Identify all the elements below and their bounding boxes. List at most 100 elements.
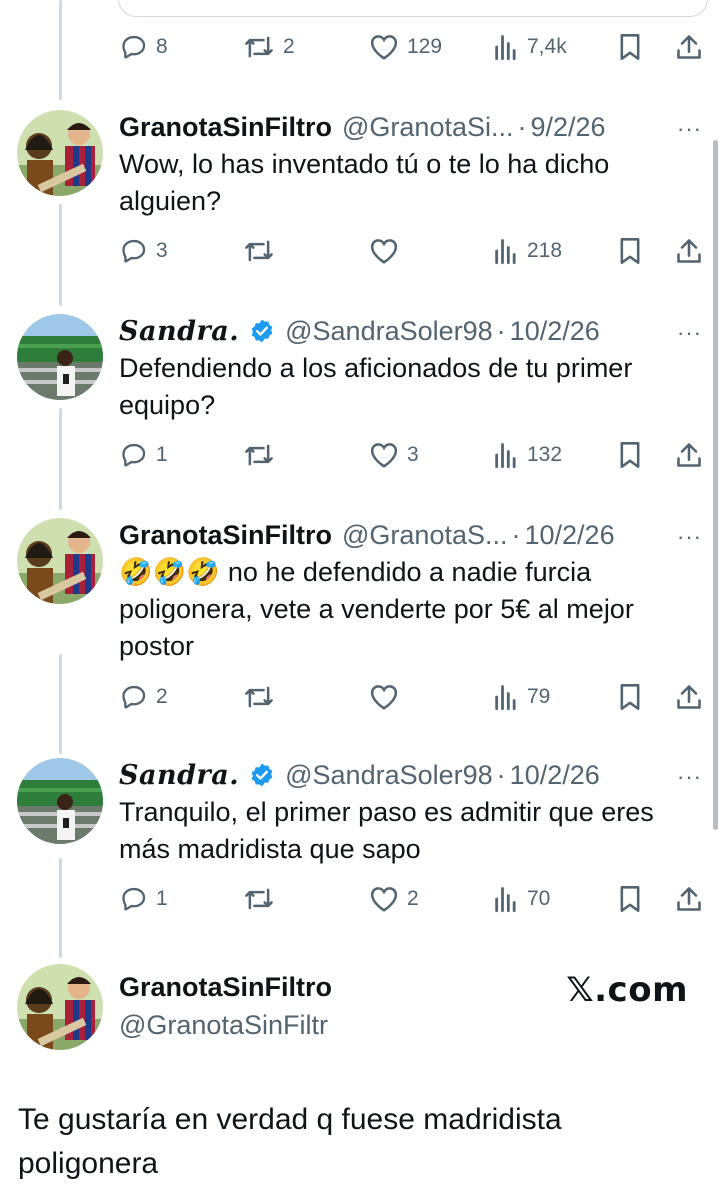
like-icon <box>370 35 398 60</box>
retweet-icon <box>245 36 273 58</box>
retweet-button[interactable] <box>243 680 275 714</box>
avatar[interactable] <box>17 758 103 844</box>
views-button[interactable]: 79 <box>493 680 550 714</box>
tweet-date[interactable]: 10/2/26 <box>510 316 600 347</box>
like-icon <box>370 239 398 264</box>
tweet-text: Te gustaría en verdad q fuese madridista… <box>18 1103 562 1180</box>
bookmark-button[interactable] <box>618 680 642 714</box>
user-handle[interactable]: @SandraSoler98 <box>285 316 493 347</box>
like-button[interactable]: 3 <box>369 438 419 472</box>
views-button[interactable]: 132 <box>493 438 562 472</box>
more-icon[interactable]: ··· <box>677 320 702 346</box>
emoji-laughing: 🤣🤣🤣 <box>119 557 220 588</box>
separator: · <box>496 759 506 790</box>
retweet-button[interactable] <box>243 234 275 268</box>
retweet-button[interactable]: 2 <box>243 30 295 64</box>
retweet-icon <box>245 240 273 262</box>
bookmark-button[interactable] <box>618 438 642 472</box>
tweet-text: Tranquilo, el primer paso es admitir que… <box>119 797 654 864</box>
avatar[interactable] <box>17 314 103 400</box>
tweet[interactable]: GranotaSinFiltro @GranotaS... · 10/2/26 … <box>0 518 724 728</box>
reply-button[interactable]: 2 <box>120 680 168 714</box>
views-button[interactable]: 218 <box>493 234 562 268</box>
user-handle[interactable]: @SandraSoler98 <box>285 760 493 791</box>
tweet[interactable]: GranotaSinFiltro @GranotaSi... · 9/2/26 … <box>0 110 724 280</box>
reply-button[interactable]: 8 <box>120 30 168 64</box>
share-button[interactable] <box>676 438 702 472</box>
like-button[interactable]: 2 <box>369 882 419 916</box>
share-button[interactable] <box>676 234 702 268</box>
avatar[interactable] <box>17 964 103 1050</box>
tweet-header: GranotaSinFiltro @GranotaS... · 10/2/26 <box>119 518 704 552</box>
display-name[interactable]: Sandra. <box>119 760 239 791</box>
like-count: 2 <box>407 887 419 910</box>
retweet-icon <box>245 888 273 910</box>
retweet-button[interactable] <box>243 438 275 472</box>
separator: · <box>496 315 506 346</box>
bookmark-icon <box>620 34 640 60</box>
views-button[interactable]: 7,4k <box>493 30 567 64</box>
views-button[interactable]: 70 <box>493 882 550 916</box>
views-count: 132 <box>527 443 563 466</box>
avatar[interactable] <box>17 110 103 196</box>
retweet-count: 2 <box>283 35 295 58</box>
tweet-text-block: 🤣🤣🤣 no he defendido a nadie furcia poligo… <box>119 554 694 665</box>
tweet[interactable]: Sandra. @SandraSoler98 · 10/2/26 ··· Tra… <box>0 758 724 928</box>
views-icon <box>495 685 516 711</box>
separator: · <box>511 519 521 550</box>
reply-button[interactable]: 1 <box>120 438 168 472</box>
quoted-card-bottom[interactable] <box>118 0 708 17</box>
like-count: 129 <box>407 35 443 58</box>
reply-button[interactable]: 1 <box>120 882 168 916</box>
views-count: 79 <box>527 685 551 708</box>
bookmark-icon <box>620 238 640 264</box>
share-button[interactable] <box>676 680 702 714</box>
retweet-button[interactable] <box>243 882 275 916</box>
tweet-date[interactable]: 9/2/26 <box>531 112 606 143</box>
tweet-header: Sandra. @SandraSoler98 · 10/2/26 <box>119 314 704 348</box>
action-bar: 2 79 <box>0 680 724 714</box>
like-button[interactable] <box>369 680 399 714</box>
views-icon <box>495 239 516 265</box>
user-handle[interactable]: @GranotaS... <box>342 520 507 551</box>
verified-badge-icon <box>251 763 273 787</box>
like-icon <box>370 887 398 912</box>
reply-count: 1 <box>156 443 168 466</box>
more-icon[interactable]: ··· <box>677 116 702 142</box>
avatar[interactable] <box>17 518 103 604</box>
tweet-text: Defendiendo a los aficionados de tu prim… <box>119 353 633 420</box>
reply-icon <box>122 239 146 263</box>
verified-badge-icon <box>251 319 273 343</box>
like-button[interactable] <box>369 234 399 268</box>
share-icon <box>677 685 701 709</box>
bookmark-icon <box>620 684 640 710</box>
views-icon <box>495 35 516 61</box>
reply-button[interactable]: 3 <box>120 234 168 268</box>
x-logo: 𝕏.com <box>566 970 688 1010</box>
views-count: 218 <box>527 239 563 262</box>
display-name[interactable]: GranotaSinFiltro <box>119 972 332 1003</box>
display-name[interactable]: Sandra. <box>119 316 239 347</box>
tweet[interactable]: Sandra. @SandraSoler98 · 10/2/26 ··· Def… <box>0 314 724 484</box>
action-bar: 1 2 70 <box>0 882 724 916</box>
action-bar: 3 218 <box>0 234 724 268</box>
views-count: 7,4k <box>527 35 567 58</box>
bookmark-button[interactable] <box>618 30 642 64</box>
user-handle[interactable]: @GranotaSinFiltr <box>119 1010 328 1041</box>
display-name[interactable]: GranotaSinFiltro <box>119 112 332 143</box>
share-icon <box>677 887 701 911</box>
tweet-date[interactable]: 10/2/26 <box>510 760 600 791</box>
bookmark-button[interactable] <box>618 882 642 916</box>
user-handle[interactable]: @GranotaSi... <box>342 112 513 143</box>
share-button[interactable] <box>676 30 702 64</box>
more-icon[interactable]: ··· <box>677 764 702 790</box>
like-button[interactable]: 129 <box>369 30 442 64</box>
share-button[interactable] <box>676 882 702 916</box>
bookmark-button[interactable] <box>618 234 642 268</box>
share-icon <box>677 35 701 59</box>
like-icon <box>370 443 398 468</box>
display-name[interactable]: GranotaSinFiltro <box>119 520 332 551</box>
tweet-date[interactable]: 10/2/26 <box>525 520 615 551</box>
views-count: 70 <box>527 887 551 910</box>
more-icon[interactable]: ··· <box>677 524 702 550</box>
